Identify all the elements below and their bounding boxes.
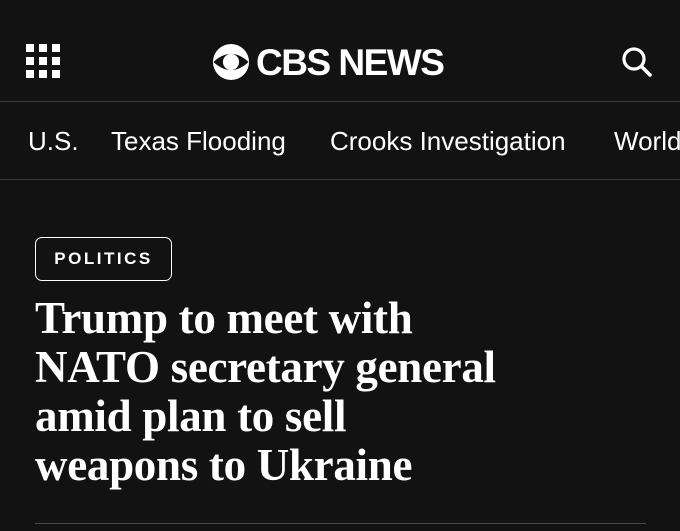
headline-line: weapons to Ukraine	[35, 440, 413, 490]
headline-line: NATO secretary general	[35, 342, 496, 392]
nav-item-crooks-investigation[interactable]: Crooks Investigation	[330, 126, 566, 156]
grid-menu-icon-dot	[52, 57, 60, 65]
nav-item-world[interactable]: World	[614, 126, 680, 156]
grid-menu-icon-dot	[39, 70, 47, 78]
search-button[interactable]	[620, 45, 654, 79]
logo-text: CBS NEWS	[256, 41, 445, 83]
nav-item-us[interactable]: U.S.	[28, 126, 79, 156]
grid-menu-icon-dot	[52, 44, 60, 52]
grid-menu-icon-dot	[26, 70, 34, 78]
cbs-news-logo[interactable]: CBS NEWS	[212, 40, 445, 84]
grid-menu-icon-dot	[26, 57, 34, 65]
top-header: CBS NEWS	[0, 0, 680, 102]
nav-item-texas-flooding[interactable]: Texas Flooding	[111, 126, 286, 156]
headline-line: Trump to meet with	[35, 293, 413, 343]
grid-menu-icon-dot	[39, 44, 47, 52]
category-badge[interactable]: POLITICS	[35, 237, 172, 281]
divider	[35, 523, 646, 524]
grid-menu-button[interactable]	[26, 44, 60, 78]
article-headline: Trump to meet with NATO secretary genera…	[35, 294, 655, 490]
grid-menu-icon-dot	[26, 44, 34, 52]
grid-menu-icon-dot	[52, 70, 60, 78]
cbs-eye-icon	[212, 43, 250, 81]
grid-menu-icon-dot	[39, 57, 47, 65]
headline-line: amid plan to sell	[35, 391, 347, 441]
search-icon	[622, 47, 652, 77]
section-nav: U.S. Texas Flooding Crooks Investigation…	[0, 102, 680, 180]
